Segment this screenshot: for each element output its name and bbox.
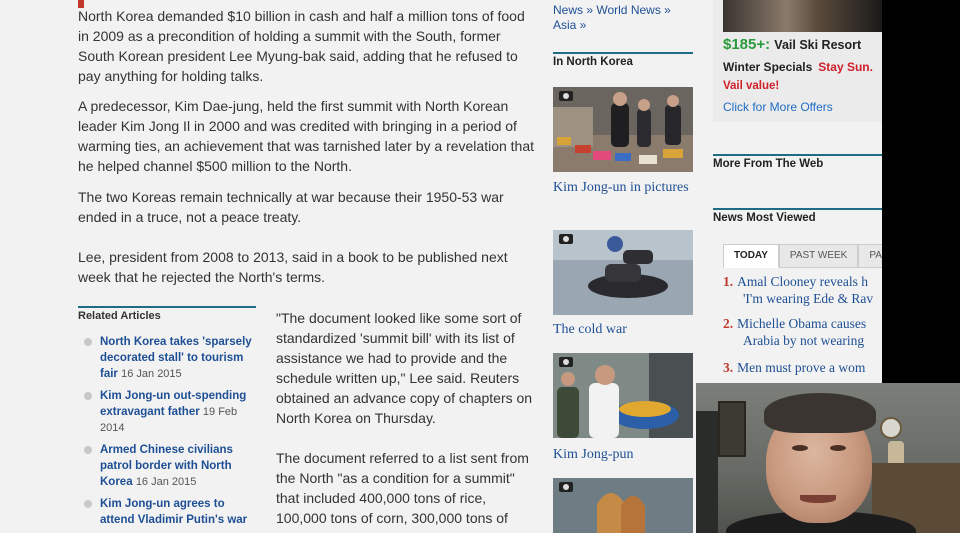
ad-stay: Stay Sun. [818, 60, 873, 74]
article-paragraph: The two Koreas remain technically at war… [78, 189, 504, 225]
breadcrumb-news[interactable]: News » [553, 3, 593, 17]
most-viewed-tabs: TODAY PAST WEEK PAST [723, 244, 882, 268]
more-from-web-heading: More From The Web [713, 158, 824, 170]
clock-icon [880, 417, 902, 439]
most-viewed-title-cont[interactable]: 'I'm wearing Ede & Rav [723, 290, 882, 307]
ad-headline[interactable]: $185+: Vail Ski Resort [723, 36, 861, 53]
article-paragraph: Lee, president from 2008 to 2013, said i… [78, 249, 508, 285]
rank-number: 3. [723, 360, 734, 375]
article-paragraph: "The document looked like some sort of s… [276, 310, 533, 426]
divider [78, 306, 256, 308]
divider [553, 52, 693, 54]
presenter-hair [764, 393, 876, 433]
tab-past-week[interactable]: PAST WEEK [778, 244, 859, 268]
breadcrumb-world-news[interactable]: World News » [596, 3, 670, 17]
ad-price: $185+: [723, 36, 771, 53]
related-date: 16 Jan 2015 [121, 368, 182, 380]
article-paragraph: A predecessor, Kim Dae-jung, held the fi… [78, 98, 535, 174]
breadcrumb: News » World News » Asia » [553, 3, 671, 33]
related-date: 16 Jan 2015 [135, 476, 197, 488]
most-viewed-title[interactable]: Michelle Obama causes [737, 316, 866, 331]
gallery-caption[interactable]: Kim Jong-un in pictures [553, 179, 689, 197]
related-articles: Related Articles North Korea takes 'spar… [78, 306, 256, 533]
divider [713, 208, 882, 210]
related-item[interactable]: Kim Jong-un agrees to attend Vladimir Pu… [78, 496, 256, 528]
most-viewed-heading: News Most Viewed [713, 212, 816, 224]
gallery-photo [553, 353, 693, 438]
related-link[interactable]: Kim Jong-un agrees to attend Vladimir Pu… [100, 498, 247, 526]
presenter-mouth [800, 495, 836, 503]
gallery-thumbnail[interactable] [553, 87, 693, 172]
tab-past-month[interactable]: PAST [858, 244, 882, 268]
camera-icon [559, 234, 573, 244]
related-heading: Related Articles [78, 310, 161, 322]
presenter-eye [830, 445, 846, 451]
divider [713, 154, 882, 156]
most-viewed-title-cont[interactable]: Arabia by not wearing [723, 332, 882, 349]
gallery-thumbnail[interactable] [553, 230, 693, 315]
most-viewed-item[interactable]: 2. Michelle Obama causes Arabia by not we… [723, 315, 882, 349]
gallery-photo [553, 87, 693, 172]
camera-icon [559, 357, 573, 367]
article-paragraph: The document referred to a list sent fro… [276, 450, 529, 526]
ad-image [723, 0, 882, 32]
camera-icon [559, 91, 573, 101]
bullet-icon [84, 392, 92, 400]
ad-subline: Winter Specials Stay Sun. [723, 60, 873, 74]
rank-number: 1. [723, 274, 734, 289]
gallery-photo [553, 230, 693, 315]
tab-today[interactable]: TODAY [723, 244, 779, 268]
bullet-icon [84, 500, 92, 508]
gallery-caption[interactable]: Kim Jong-pun [553, 446, 634, 464]
related-list: North Korea takes 'sparsely decorated st… [78, 334, 256, 528]
gallery-heading: In North Korea [553, 56, 633, 68]
camera-icon [559, 482, 573, 492]
ad-more-offers-link[interactable]: Click for More Offers [723, 100, 833, 114]
lamp [888, 441, 904, 465]
gallery-photo [553, 478, 693, 533]
breadcrumb-asia[interactable]: Asia » [553, 18, 586, 32]
bullet-icon [84, 446, 92, 454]
bullet-icon [84, 338, 92, 346]
article-continuation: "The document looked like some sort of s… [276, 308, 536, 533]
article-paragraph: North Korea demanded $10 billion in cash… [78, 8, 525, 84]
presenter-eye [792, 445, 808, 451]
most-viewed-item[interactable]: 1. Amal Clooney reveals h 'I'm wearing Ed… [723, 273, 882, 307]
ad-resort: Vail Ski Resort [774, 38, 862, 52]
advertisement[interactable]: $185+: Vail Ski Resort Winter Specials St… [713, 0, 882, 122]
rank-number: 2. [723, 316, 734, 331]
gallery-thumbnail[interactable] [553, 478, 693, 533]
related-item[interactable]: Armed Chinese civilians patrol border wi… [78, 442, 256, 490]
wall-hanging [718, 401, 746, 457]
gallery-thumbnail[interactable] [553, 353, 693, 438]
webcam-window [696, 411, 718, 533]
related-item[interactable]: North Korea takes 'sparsely decorated st… [78, 334, 256, 382]
ad-value: Vail value! [723, 80, 780, 92]
gallery-caption[interactable]: The cold war [553, 321, 627, 339]
most-viewed-item[interactable]: 3. Men must prove a wom [723, 359, 882, 376]
related-item[interactable]: Kim Jong-un out-spending extravagant fat… [78, 388, 256, 436]
webcam-overlay [696, 383, 960, 533]
most-viewed-title[interactable]: Men must prove a wom [737, 360, 865, 375]
ad-specials: Winter Specials [723, 60, 813, 74]
most-viewed-title[interactable]: Amal Clooney reveals h [737, 274, 868, 289]
